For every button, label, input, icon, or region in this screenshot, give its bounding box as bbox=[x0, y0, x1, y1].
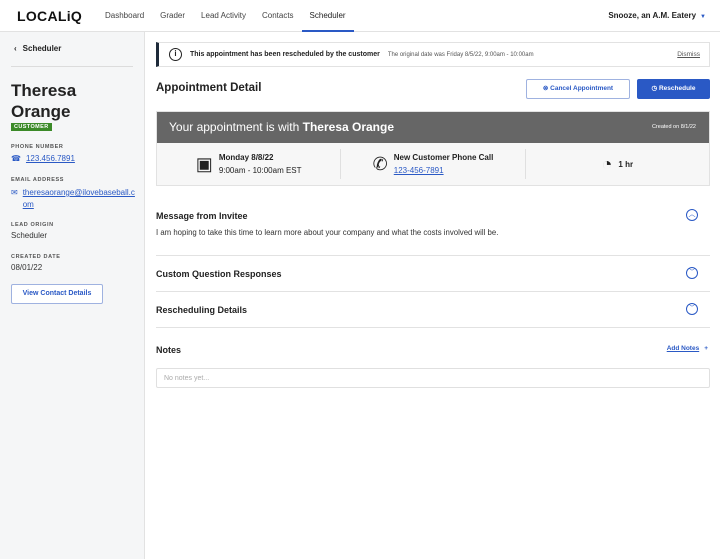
history-icon: ◷ bbox=[651, 85, 659, 92]
appointment-phone-link[interactable]: 123-456-7891 bbox=[394, 166, 494, 175]
card-invitee-name: Theresa Orange bbox=[302, 120, 395, 134]
nav-lead-activity[interactable]: Lead Activity bbox=[193, 0, 254, 32]
notes-textarea[interactable]: No notes yet... bbox=[156, 368, 710, 388]
nav-scheduler[interactable]: Scheduler bbox=[301, 0, 354, 32]
reschedule-label: Reschedule bbox=[658, 85, 696, 92]
chevron-up-icon[interactable]: ︿ bbox=[686, 209, 698, 221]
main-nav: Dashboard Grader Lead Activity Contacts … bbox=[97, 0, 354, 32]
add-notes-label: Add Notes bbox=[666, 345, 700, 352]
contact-sidebar: ‹ Scheduler Theresa Orange CUSTOMER PHONE… bbox=[0, 32, 145, 559]
chevron-left-icon: ‹ bbox=[14, 44, 17, 53]
contact-name: Theresa Orange bbox=[11, 81, 77, 121]
appointment-type: New Customer Phone Call bbox=[393, 153, 494, 162]
banner-title: This appointment has been rescheduled by… bbox=[190, 51, 380, 58]
cancel-appointment-button[interactable]: ⊗ Cancel Appointment bbox=[526, 79, 630, 99]
chevron-down-icon[interactable]: ﹀ bbox=[686, 267, 698, 279]
section-message[interactable]: Message from Invitee ︿ I am hoping to ta… bbox=[156, 200, 710, 256]
cancel-label: Cancel Appointment bbox=[550, 85, 614, 92]
back-label: Scheduler bbox=[22, 44, 62, 53]
lead-origin-label: LEAD ORIGIN bbox=[11, 222, 54, 228]
top-nav: LOCALiQ Dashboard Grader Lead Activity C… bbox=[0, 0, 720, 32]
plus-icon: + bbox=[704, 345, 708, 352]
appointment-duration: 1 hr bbox=[618, 159, 634, 169]
card-created: Created on 8/1/22 bbox=[651, 124, 696, 130]
reschedule-banner: i This appointment has been rescheduled … bbox=[156, 42, 710, 67]
divider bbox=[11, 66, 133, 67]
appointment-time: 9:00am - 10:00am EST bbox=[218, 166, 302, 175]
nav-dashboard[interactable]: Dashboard bbox=[97, 0, 152, 32]
phone-link[interactable]: 123.456.7891 bbox=[26, 154, 75, 163]
created-date-label: CREATED DATE bbox=[11, 254, 61, 260]
section-rescheduling[interactable]: Rescheduling Details ﹀ bbox=[156, 292, 710, 328]
page-title: Appointment Detail bbox=[156, 82, 262, 94]
back-link[interactable]: ‹ Scheduler bbox=[14, 44, 67, 53]
nav-grader[interactable]: Grader bbox=[152, 0, 193, 32]
appointment-date: Monday 8/8/22 bbox=[218, 153, 274, 162]
calendar-icon: ▣ bbox=[195, 153, 213, 174]
account-dropdown[interactable]: Snooze, an A.M. Eatery ▼ bbox=[608, 11, 706, 20]
clock-icon: ◔ bbox=[601, 153, 613, 174]
card-header: Your appointment is with Theresa Orange C… bbox=[157, 112, 709, 143]
lead-origin: Scheduler bbox=[11, 231, 48, 240]
info-icon: i bbox=[169, 48, 182, 61]
view-contact-details-button[interactable]: View Contact Details bbox=[11, 284, 103, 304]
reschedule-button[interactable]: ◷ Reschedule bbox=[637, 79, 710, 99]
type-column: ✆ New Customer Phone Call 123-456-7891 bbox=[341, 149, 526, 179]
caret-down-icon: ▼ bbox=[700, 14, 706, 20]
created-date: 08/01/22 bbox=[11, 263, 43, 272]
logo[interactable]: LOCALiQ bbox=[17, 8, 82, 24]
section-title: Rescheduling Details bbox=[156, 305, 248, 315]
card-prefix: Your appointment is with bbox=[169, 120, 303, 134]
appointment-card: Your appointment is with Theresa Orange C… bbox=[156, 111, 710, 186]
chevron-down-icon[interactable]: ﹀ bbox=[686, 303, 698, 315]
add-notes-link[interactable]: Add Notes + bbox=[667, 345, 708, 352]
section-custom-questions[interactable]: Custom Question Responses ﹀ bbox=[156, 256, 710, 292]
notes-title: Notes bbox=[156, 345, 182, 355]
email-label: EMAIL ADDRESS bbox=[11, 177, 65, 183]
email-link[interactable]: theresaorange@ilovebaseball.com bbox=[23, 187, 136, 211]
account-name: Snooze, an A.M. Eatery bbox=[608, 11, 697, 20]
phone-icon: ☎ bbox=[11, 154, 21, 163]
section-title: Message from Invitee bbox=[156, 211, 248, 221]
mail-icon: ✉ bbox=[11, 188, 18, 197]
date-column: ▣ Monday 8/8/22 9:00am - 10:00am EST bbox=[157, 149, 342, 179]
phone-icon: ✆ bbox=[372, 153, 388, 174]
invitee-message: I am hoping to take this time to learn m… bbox=[156, 228, 499, 237]
nav-contacts[interactable]: Contacts bbox=[254, 0, 302, 32]
status-badge: CUSTOMER bbox=[11, 123, 52, 131]
banner-detail: The original date was Friday 8/5/22, 9:0… bbox=[387, 51, 534, 58]
duration-column: ◔ 1 hr bbox=[526, 149, 709, 179]
phone-label: PHONE NUMBER bbox=[11, 144, 64, 150]
dismiss-link[interactable]: Dismiss bbox=[677, 51, 700, 58]
section-title: Custom Question Responses bbox=[156, 269, 282, 279]
